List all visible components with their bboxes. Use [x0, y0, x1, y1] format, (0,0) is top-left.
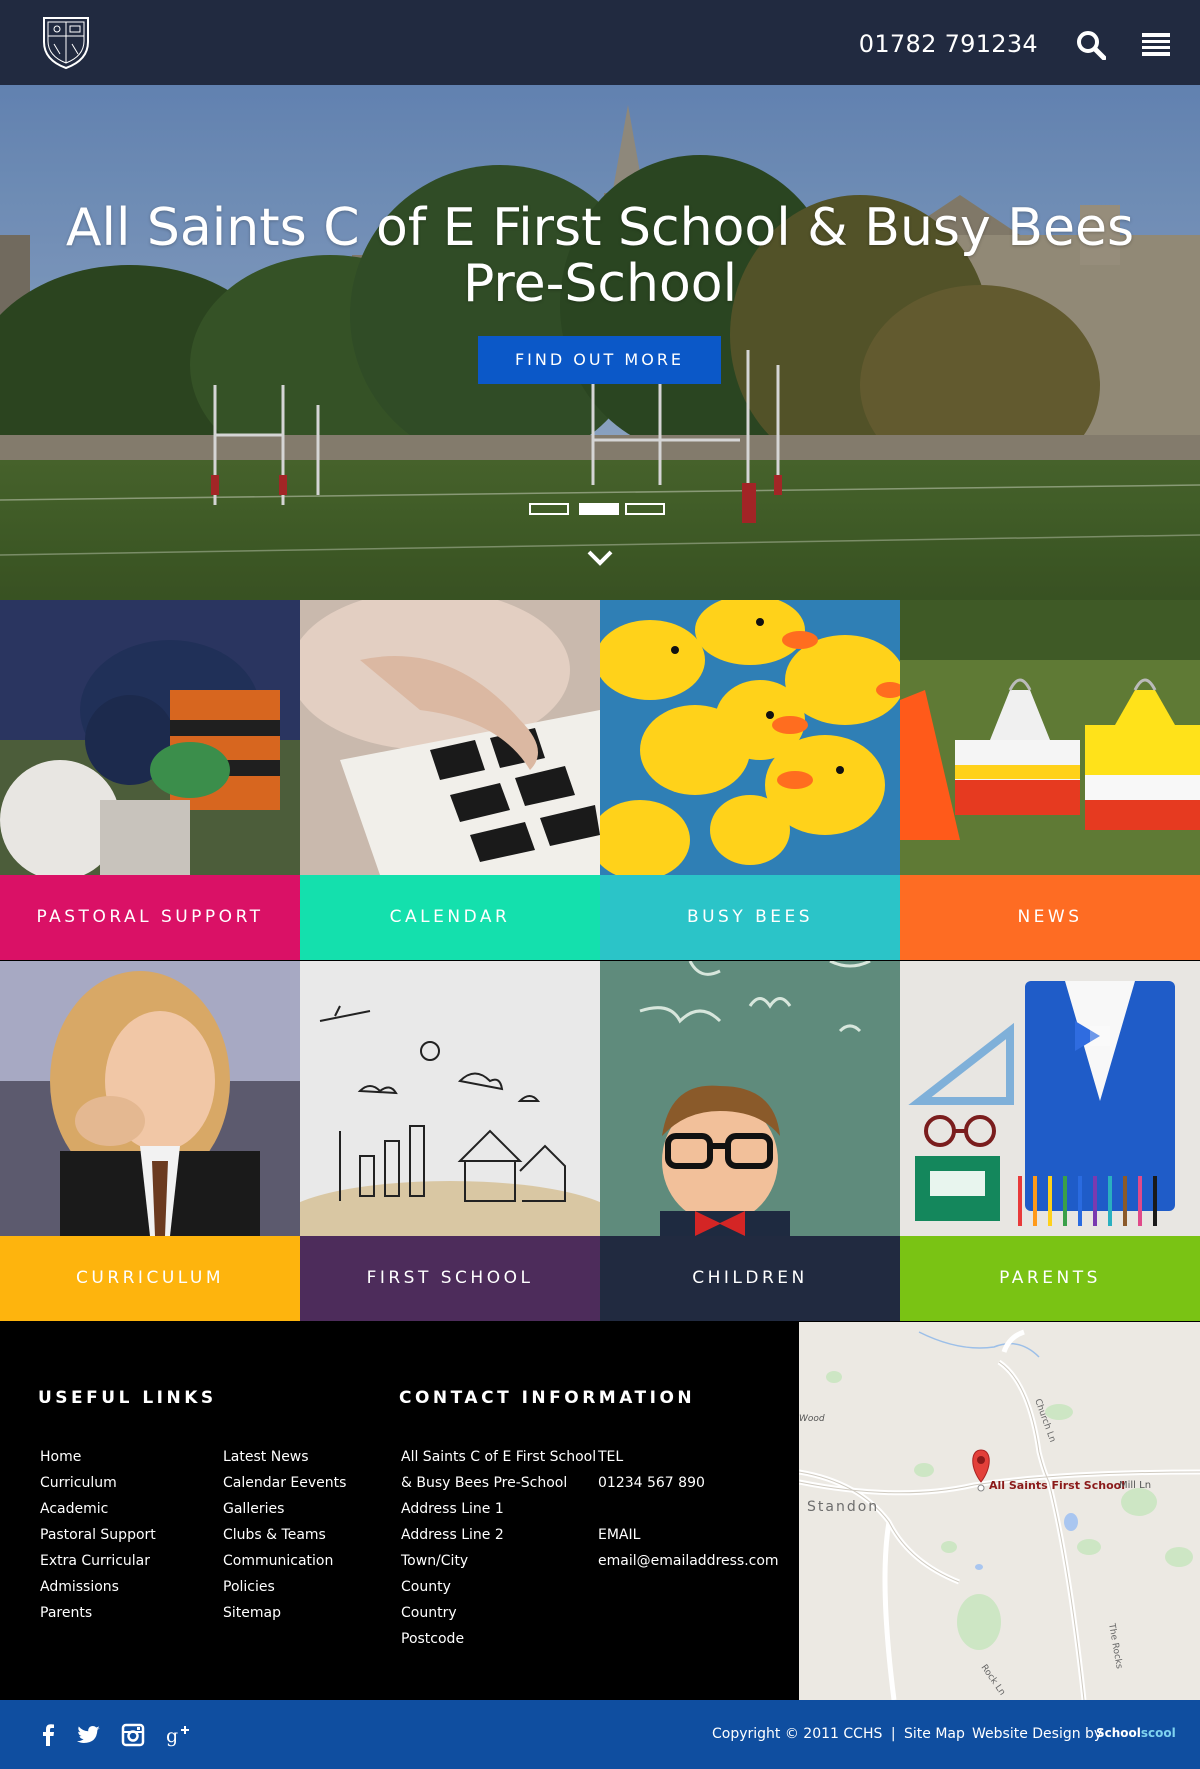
tile-label: PASTORAL SUPPORT	[0, 875, 300, 960]
student-reading-image	[0, 961, 300, 1236]
slide-dot-2[interactable]	[579, 503, 619, 515]
copyright: Copyright © 2011 CCHS | Site Map	[712, 1726, 965, 1742]
useful-links-column-1: Home Curriculum Academic Pastoral Suppor…	[40, 1444, 156, 1626]
school-crest-logo[interactable]	[40, 14, 92, 70]
footer-link-extra-curricular[interactable]: Extra Curricular	[40, 1553, 150, 1569]
book-doodle-image	[300, 961, 600, 1236]
tile-curriculum[interactable]: CURRICULUM	[0, 961, 300, 1321]
sports-cones-image	[900, 600, 1200, 875]
map-canvas: All Saints First School Standon Wood Mil…	[799, 1322, 1200, 1700]
site-header: 01782 791234	[0, 0, 1200, 85]
tile-calendar[interactable]: CALENDAR	[300, 600, 600, 960]
tile-label: NEWS	[900, 875, 1200, 960]
find-out-more-button[interactable]: FIND OUT MORE	[478, 336, 721, 384]
facebook-icon[interactable]	[36, 1722, 62, 1748]
address-line: Country	[401, 1605, 457, 1621]
slide-dot-3[interactable]	[625, 503, 665, 515]
rubber-ducks-image	[600, 600, 900, 875]
tile-first-school[interactable]: FIRST SCHOOL	[300, 961, 600, 1321]
bottom-bar: g Copyright © 2011 CCHS | Site Map Websi…	[0, 1700, 1200, 1769]
footer-link-home[interactable]: Home	[40, 1449, 81, 1465]
footer-link-admissions[interactable]: Admissions	[40, 1579, 119, 1595]
address-line: Postcode	[401, 1631, 465, 1647]
menu-icon[interactable]	[1142, 33, 1170, 57]
map-road-mill: Mill Ln	[1119, 1480, 1151, 1491]
address-line: & Busy Bees Pre-School	[401, 1475, 568, 1491]
brand-part-b: scool	[1140, 1726, 1176, 1740]
brand-part-a: School	[1096, 1726, 1141, 1740]
tile-busy-bees[interactable]: BUSY BEES	[600, 600, 900, 960]
contact-information-heading: CONTACT INFORMATION	[399, 1388, 696, 1408]
svg-text:g: g	[166, 1725, 178, 1747]
tel-value[interactable]: 01234 567 890	[598, 1470, 779, 1496]
slide-dot-1[interactable]	[529, 503, 569, 515]
schoolscool-logo[interactable]: Schoolscool	[1096, 1726, 1176, 1740]
header-phone[interactable]: 01782 791234	[859, 30, 1038, 58]
search-icon[interactable]	[1076, 30, 1106, 60]
piano-hands-image	[300, 600, 600, 875]
tile-label: CHILDREN	[600, 1236, 900, 1321]
website-design-label: Website Design by	[972, 1726, 1103, 1742]
contact-address: All Saints C of E First School & Busy Be…	[401, 1444, 596, 1652]
footer-link-clubs-teams[interactable]: Clubs & Teams	[223, 1527, 326, 1543]
footer-link-academic[interactable]: Academic	[40, 1501, 108, 1517]
address-line: Address Line 2	[401, 1527, 504, 1543]
copyright-separator: |	[890, 1726, 896, 1742]
tile-pastoral-support[interactable]: PASTORAL SUPPORT	[0, 600, 300, 960]
tel-label: TEL	[598, 1449, 624, 1465]
scroll-down-chevron-icon[interactable]	[585, 548, 615, 568]
useful-links-column-2: Latest News Calendar Eevents Galleries C…	[223, 1444, 346, 1626]
school-uniform-image	[900, 961, 1200, 1236]
child-with-glasses-image	[600, 961, 900, 1236]
address-line: County	[401, 1579, 451, 1595]
footer-link-parents[interactable]: Parents	[40, 1605, 92, 1621]
email-label: EMAIL	[598, 1527, 641, 1543]
footer-link-sitemap[interactable]: Sitemap	[223, 1605, 281, 1621]
rugby-players-image	[0, 600, 300, 875]
footer-link-pastoral-support[interactable]: Pastoral Support	[40, 1527, 156, 1543]
tile-label: CURRICULUM	[0, 1236, 300, 1321]
tile-label: BUSY BEES	[600, 875, 900, 960]
hero-slider: All Saints C of E First School & Busy Be…	[0, 85, 1200, 600]
hero-title: All Saints C of E First School & Busy Be…	[65, 198, 1135, 314]
google-plus-icon[interactable]: g	[166, 1722, 192, 1748]
tile-label: FIRST SCHOOL	[300, 1236, 600, 1321]
tile-label: PARENTS	[900, 1236, 1200, 1321]
location-map[interactable]: All Saints First School Standon Wood Mil…	[799, 1322, 1200, 1700]
map-marker-label: All Saints First School	[989, 1479, 1125, 1492]
site-footer: USEFUL LINKS Home Curriculum Academic Pa…	[0, 1322, 799, 1700]
tile-label: CALENDAR	[300, 875, 600, 960]
map-place-wood: Wood	[799, 1414, 825, 1424]
address-line: All Saints C of E First School	[401, 1449, 597, 1465]
twitter-icon[interactable]	[76, 1722, 102, 1748]
instagram-icon[interactable]	[120, 1722, 146, 1748]
address-line: Address Line 1	[401, 1501, 504, 1517]
site-map-link[interactable]: Site Map	[904, 1726, 965, 1742]
email-value[interactable]: email@emailaddress.com	[598, 1548, 779, 1574]
map-place-standon: Standon	[807, 1499, 879, 1515]
address-line: Town/City	[401, 1553, 469, 1569]
footer-link-policies[interactable]: Policies	[223, 1579, 275, 1595]
footer-link-calendar-events[interactable]: Calendar Eevents	[223, 1475, 346, 1491]
tile-news[interactable]: NEWS	[900, 600, 1200, 960]
page: 01782 791234 All Saints C of E First Sch…	[0, 0, 1200, 1769]
tile-children[interactable]: CHILDREN	[600, 961, 900, 1321]
contact-details: TEL 01234 567 890 EMAIL email@emailaddre…	[598, 1444, 779, 1574]
tile-parents[interactable]: PARENTS	[900, 961, 1200, 1321]
footer-link-communication[interactable]: Communication	[223, 1553, 333, 1569]
useful-links-heading: USEFUL LINKS	[38, 1388, 217, 1408]
footer-link-curriculum[interactable]: Curriculum	[40, 1475, 117, 1491]
footer-link-galleries[interactable]: Galleries	[223, 1501, 284, 1517]
quick-links-grid: PASTORAL SUPPORT CALENDAR BUSY BEES NEWS…	[0, 600, 1200, 1322]
copyright-text: Copyright © 2011 CCHS	[712, 1726, 883, 1742]
footer-link-latest-news[interactable]: Latest News	[223, 1449, 309, 1465]
